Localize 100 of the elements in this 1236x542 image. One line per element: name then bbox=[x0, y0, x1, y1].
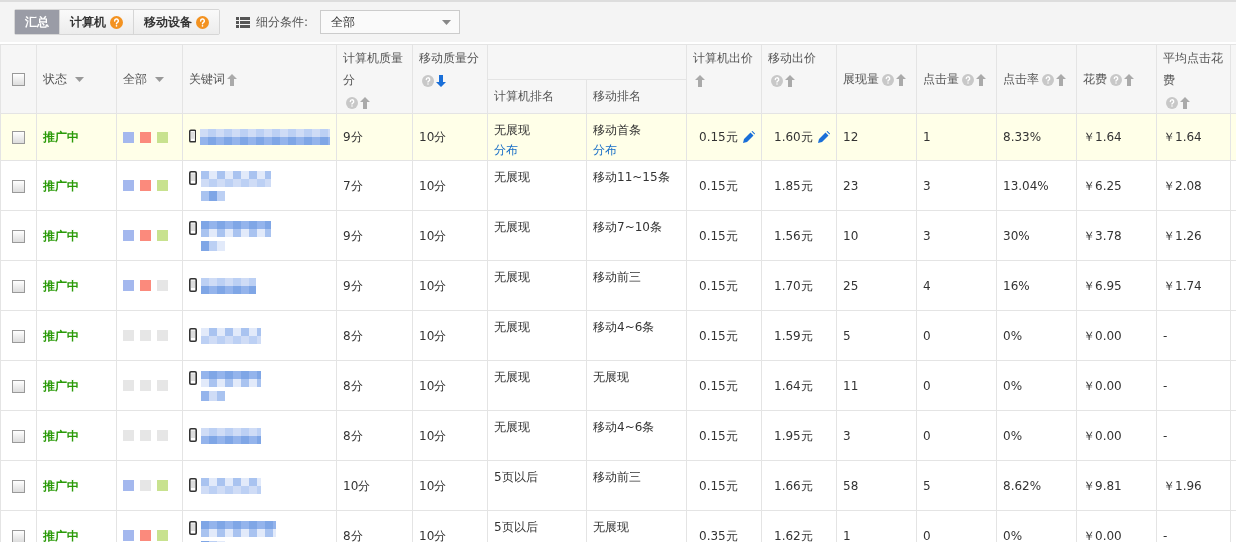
status-text: 推广中 bbox=[43, 328, 79, 343]
list-icon bbox=[236, 16, 250, 28]
caret-icon[interactable] bbox=[75, 77, 84, 82]
filter-dropdown[interactable]: 全部 bbox=[320, 10, 461, 34]
metric-cell: ￥9.81 bbox=[1083, 478, 1122, 493]
column-header[interactable]: 花费 bbox=[1083, 72, 1107, 86]
metric-cell: ￥1.64 bbox=[1083, 130, 1122, 144]
metric-cell: 5 bbox=[843, 328, 851, 343]
score-cell: 10分 bbox=[419, 328, 447, 343]
pixelated-keyword-drawing bbox=[201, 477, 261, 494]
phone-icon bbox=[189, 129, 197, 143]
rank-cell: 移动4~6条 bbox=[593, 420, 655, 434]
metric-cell: ￥1.74 bbox=[1163, 278, 1202, 293]
metric-cell: ￥0.00 bbox=[1083, 428, 1122, 443]
help-icon[interactable] bbox=[1042, 73, 1054, 86]
column-header[interactable]: 点击率 bbox=[1003, 72, 1039, 86]
sort-up-icon[interactable] bbox=[785, 74, 795, 87]
metric-cell: 25 bbox=[843, 278, 859, 293]
help-icon[interactable] bbox=[110, 15, 123, 29]
help-icon[interactable] bbox=[771, 74, 783, 87]
sort-up-icon[interactable] bbox=[1056, 73, 1066, 86]
bid-cell: 0.15元 bbox=[699, 129, 738, 145]
column-header[interactable]: 移动出价 bbox=[768, 47, 816, 69]
bid-cell: 0.15元 bbox=[699, 427, 738, 444]
column-header[interactable]: 展现量 bbox=[843, 72, 879, 86]
metric-cell: 10 bbox=[843, 228, 859, 243]
pixelated-keyword-drawing bbox=[201, 427, 261, 444]
rank-cell: 移动7~10条 bbox=[593, 220, 662, 234]
score-cell: 8分 bbox=[343, 528, 363, 542]
bid-cell: 0.15元 bbox=[699, 177, 738, 194]
sort-up-icon[interactable] bbox=[227, 73, 237, 86]
score-cell: 10分 bbox=[419, 428, 447, 443]
metric-cell: 58 bbox=[843, 478, 859, 493]
row-checkbox[interactable] bbox=[12, 479, 25, 493]
pencil-icon[interactable] bbox=[818, 131, 830, 143]
metric-cell: 11 bbox=[843, 378, 859, 393]
row-checkbox[interactable] bbox=[12, 179, 25, 193]
pixelated-keyword-drawing bbox=[201, 327, 261, 344]
score-cell: 10分 bbox=[419, 130, 447, 144]
device-tab[interactable]: 计算机 bbox=[59, 10, 133, 34]
help-icon[interactable] bbox=[962, 73, 974, 86]
column-header[interactable]: 全部 bbox=[123, 72, 147, 86]
bid-cell: 0.15元 bbox=[699, 227, 738, 244]
row-checkbox[interactable] bbox=[12, 529, 25, 542]
score-cell: 7分 bbox=[343, 178, 363, 193]
score-cell: 9分 bbox=[343, 278, 363, 293]
caret-icon[interactable] bbox=[155, 77, 164, 82]
help-icon[interactable] bbox=[1110, 73, 1122, 86]
row-checkbox[interactable] bbox=[12, 131, 25, 144]
help-icon[interactable] bbox=[346, 96, 358, 109]
row-checkbox[interactable] bbox=[12, 279, 25, 293]
sort-up-icon[interactable] bbox=[1124, 73, 1134, 86]
pencil-icon[interactable] bbox=[743, 131, 755, 143]
metric-cell: ￥1.26 bbox=[1163, 228, 1202, 243]
status-text: 推广中 bbox=[43, 378, 79, 393]
help-icon[interactable] bbox=[196, 15, 209, 29]
column-header[interactable]: 关键词 bbox=[189, 72, 225, 86]
sort-down-icon[interactable] bbox=[436, 74, 446, 87]
help-icon[interactable] bbox=[1166, 96, 1178, 109]
metric-cell: ￥3.78 bbox=[1083, 228, 1122, 243]
metric-cell: ￥6.25 bbox=[1083, 178, 1122, 193]
sort-up-icon[interactable] bbox=[896, 73, 906, 86]
metric-cell: 0 bbox=[923, 428, 931, 443]
bid-cell: 1.56元 bbox=[774, 227, 813, 244]
metric-cell: 16% bbox=[1003, 278, 1030, 293]
sort-up-icon[interactable] bbox=[1180, 96, 1190, 109]
row-checkbox[interactable] bbox=[12, 229, 25, 243]
bid-cell: 1.59元 bbox=[774, 327, 813, 344]
sort-up-icon[interactable] bbox=[360, 96, 370, 109]
row-checkbox[interactable] bbox=[12, 379, 25, 393]
sort-up-icon[interactable] bbox=[976, 73, 986, 86]
distribution-link[interactable]: 分布 bbox=[593, 140, 617, 160]
phone-icon bbox=[189, 327, 197, 342]
row-checkbox[interactable] bbox=[12, 329, 25, 343]
score-cell: 10分 bbox=[419, 478, 447, 493]
bid-cell: 0.15元 bbox=[699, 477, 738, 494]
filter-label: 细分条件: bbox=[256, 13, 309, 31]
row-checkbox[interactable] bbox=[12, 429, 25, 443]
phone-icon bbox=[189, 220, 197, 235]
score-cell: 10分 bbox=[343, 478, 371, 493]
column-header[interactable]: 状态 bbox=[43, 72, 67, 86]
status-text: 推广中 bbox=[43, 428, 79, 443]
rank-cell: 无展现 bbox=[494, 420, 530, 434]
distribution-link[interactable]: 分布 bbox=[494, 140, 518, 160]
status-text: 推广中 bbox=[43, 278, 79, 293]
metric-cell: 1 bbox=[923, 130, 931, 144]
metric-cell: ￥0.00 bbox=[1083, 328, 1122, 343]
score-cell: 10分 bbox=[419, 178, 447, 193]
bid-cell: 1.66元 bbox=[774, 477, 813, 494]
metric-cell: 8.62% bbox=[1003, 478, 1042, 493]
column-header[interactable]: 点击量 bbox=[923, 72, 959, 86]
metric-cell: 1 bbox=[843, 528, 851, 542]
rank-cell: 5页以后 bbox=[494, 470, 538, 484]
select-all-checkbox[interactable] bbox=[12, 73, 25, 86]
rank-cell: 移动11~15条 bbox=[593, 170, 670, 184]
sort-up-icon[interactable] bbox=[695, 74, 705, 87]
help-icon[interactable] bbox=[882, 73, 894, 86]
score-cell: 10分 bbox=[419, 378, 447, 393]
device-tab[interactable]: 移动设备 bbox=[133, 10, 219, 34]
metric-cell: - bbox=[1163, 428, 1168, 443]
